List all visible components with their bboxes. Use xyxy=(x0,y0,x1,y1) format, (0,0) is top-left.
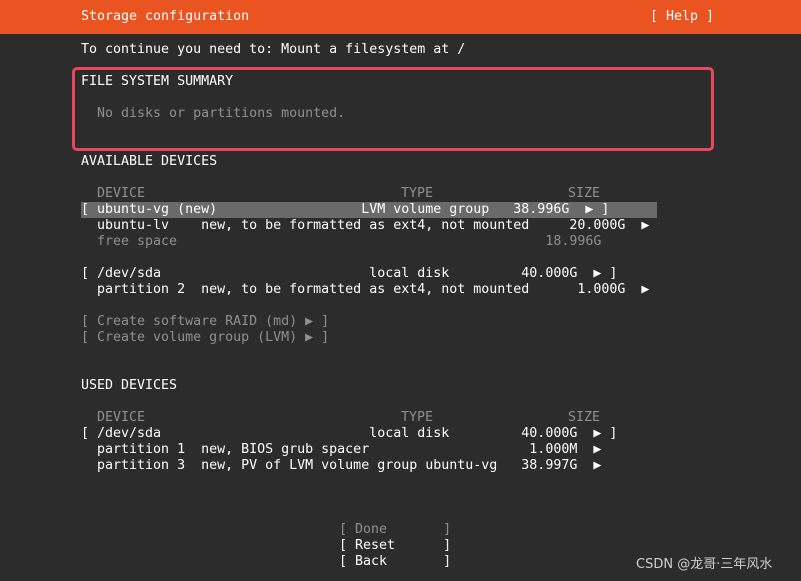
column-header-device: DEVICE xyxy=(97,410,146,425)
used-row-dev-sda[interactable]: [ /dev/sda local disk 40.000G ▶ ] xyxy=(81,426,617,442)
used-row-partition-1[interactable]: partition 1 new, BIOS grub spacer 1.000M… xyxy=(81,442,601,458)
device-row-dev-sda[interactable]: [ /dev/sda local disk 40.000G ▶ ] xyxy=(81,266,617,282)
intro-text: To continue you need to: Mount a filesys… xyxy=(81,42,466,57)
watermark: CSDN @龙哥·三年风水 xyxy=(636,557,773,572)
device-row-ubuntu-vg[interactable]: [ ubuntu-vg (new) LVM volume group 38.99… xyxy=(81,202,609,218)
reset-button[interactable]: [ Reset ] xyxy=(339,538,451,554)
available-devices-heading: AVAILABLE DEVICES xyxy=(81,154,218,169)
device-row-free-space: free space 18.996G xyxy=(81,234,602,249)
title-bar: Storage configuration [ Help ] xyxy=(0,0,801,34)
page-title: Storage configuration xyxy=(81,9,250,24)
create-raid-button[interactable]: [ Create software RAID (md) ▶ ] xyxy=(81,314,329,330)
column-header-size: SIZE xyxy=(568,186,601,201)
back-button[interactable]: [ Back ] xyxy=(339,554,451,570)
column-header-type: TYPE xyxy=(401,186,434,201)
fs-summary-empty-text: No disks or partitions mounted. xyxy=(97,106,346,121)
create-volume-group-button[interactable]: [ Create volume group (LVM) ▶ ] xyxy=(81,330,329,346)
help-button[interactable]: [ Help ] xyxy=(650,9,714,25)
device-row-partition-2[interactable]: partition 2 new, to be formatted as ext4… xyxy=(81,282,649,298)
used-devices-heading: USED DEVICES xyxy=(81,378,178,393)
done-button[interactable]: [ Done ] xyxy=(339,522,451,538)
used-row-partition-3[interactable]: partition 3 new, PV of LVM volume group … xyxy=(81,458,601,474)
column-header-type: TYPE xyxy=(401,410,434,425)
device-row-ubuntu-lv[interactable]: ubuntu-lv new, to be formatted as ext4, … xyxy=(81,218,649,234)
column-header-size: SIZE xyxy=(568,410,601,425)
fs-summary-heading: FILE SYSTEM SUMMARY xyxy=(81,74,234,89)
column-header-device: DEVICE xyxy=(97,186,146,201)
